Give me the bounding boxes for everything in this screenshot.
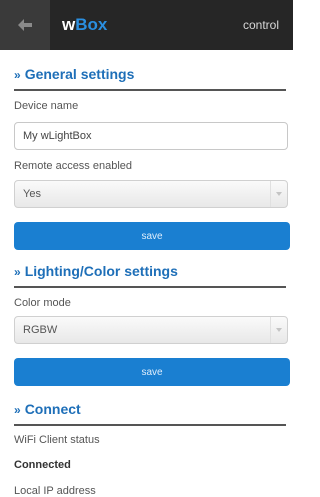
save-general-button[interactable]: save (14, 222, 290, 250)
connect-title: Connect (24, 401, 81, 417)
remote-access-select[interactable]: Yes (14, 180, 288, 208)
chevron-down-icon (270, 317, 287, 343)
local-ip-label: Local IP address (14, 485, 96, 497)
top-bar: wBox control (0, 0, 293, 50)
chevron-right-icon: » (14, 68, 21, 82)
general-settings-title: General settings (24, 66, 135, 82)
control-link[interactable]: control (243, 17, 279, 33)
app-title: wBox (62, 15, 107, 35)
lighting-settings-title: Lighting/Color settings (24, 263, 178, 279)
back-button[interactable] (0, 0, 50, 50)
remote-access-label: Remote access enabled (14, 160, 133, 172)
device-name-input[interactable] (14, 122, 288, 150)
remote-access-value: Yes (23, 188, 41, 200)
wifi-status-label: WiFi Client status (14, 434, 100, 446)
back-arrow-icon (18, 19, 32, 31)
chevron-down-icon (270, 181, 287, 207)
general-settings-header: » General settings (14, 66, 286, 91)
wifi-status-value: Connected (14, 459, 71, 471)
app-title-prefix: w (62, 15, 76, 34)
save-lighting-button[interactable]: save (14, 358, 290, 386)
chevron-right-icon: » (14, 403, 21, 417)
device-name-label: Device name (14, 100, 79, 112)
color-mode-value: RGBW (23, 324, 58, 336)
chevron-right-icon: » (14, 265, 21, 279)
lighting-settings-header: » Lighting/Color settings (14, 263, 286, 288)
color-mode-label: Color mode (14, 297, 71, 309)
color-mode-select[interactable]: RGBW (14, 316, 288, 344)
app-title-accent: Box (75, 15, 108, 34)
connect-header: » Connect (14, 401, 286, 426)
